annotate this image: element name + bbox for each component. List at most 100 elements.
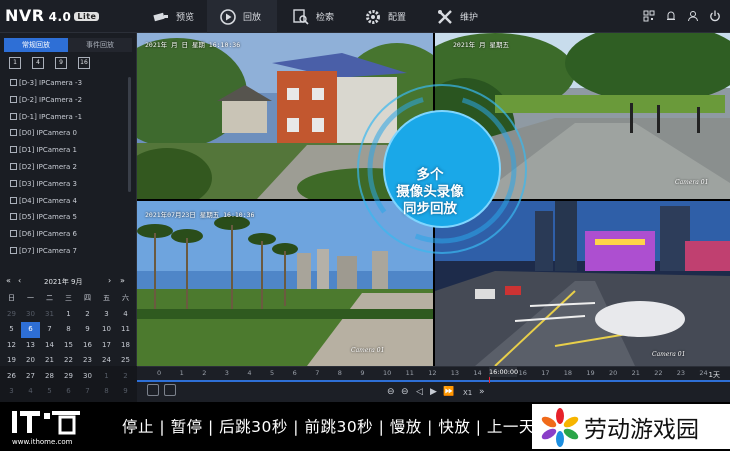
calendar-day[interactable]: 3 (2, 384, 21, 400)
calendar-day[interactable]: 11 (116, 322, 135, 338)
speed-indicator: X1 (463, 389, 473, 397)
nav-search[interactable]: 检索 (280, 0, 346, 33)
calendar-day[interactable]: 8 (59, 322, 78, 338)
calendar-day[interactable]: 4 (116, 307, 135, 323)
checkbox-icon[interactable] (10, 179, 17, 187)
camera-item[interactable]: [D5] IPCamera 5 (10, 209, 128, 226)
calendar-day[interactable]: 7 (40, 322, 59, 338)
nav-playback[interactable]: 回放 (207, 0, 277, 33)
pause-button[interactable]: ⊖ (401, 387, 409, 397)
camera-item[interactable]: [D4] IPCamera 4 (10, 193, 128, 210)
checkbox-icon[interactable] (10, 230, 17, 238)
checkbox-icon[interactable] (10, 112, 17, 120)
calendar-day[interactable]: 15 (59, 338, 78, 354)
back-30s-button[interactable]: ◁ (416, 387, 423, 397)
calendar-day[interactable]: 10 (97, 322, 116, 338)
tab-event-playback[interactable]: 事件回放 (68, 38, 132, 52)
calendar-day[interactable]: 1 (59, 307, 78, 323)
grid-4-button[interactable]: 4 (32, 57, 44, 69)
calendar-day[interactable]: 1 (97, 369, 116, 385)
calendar-day[interactable]: 13 (21, 338, 40, 354)
calendar-day[interactable]: 20 (21, 353, 40, 369)
camera-list-scrollbar[interactable] (128, 77, 131, 192)
bell-icon[interactable] (664, 9, 678, 23)
stop-button[interactable]: ⊖ (387, 387, 395, 397)
prev-month-button[interactable]: ‹ (18, 276, 21, 285)
checkbox-icon[interactable] (10, 79, 17, 86)
calendar-day[interactable]: 3 (97, 307, 116, 323)
timeline-record-bar[interactable] (137, 380, 730, 382)
checkbox-icon[interactable] (10, 246, 17, 254)
calendar-day[interactable]: 29 (59, 369, 78, 385)
calendar-day[interactable]: 22 (59, 353, 78, 369)
calendar-day[interactable]: 9 (78, 322, 97, 338)
camera-item[interactable]: [D1] IPCamera 1 (10, 142, 128, 159)
camera-item[interactable]: [D7] IPCamera 7 (10, 243, 128, 260)
calendar-day[interactable]: 2 (78, 307, 97, 323)
calendar-day[interactable]: 18 (116, 338, 135, 354)
calendar-day[interactable]: 16 (78, 338, 97, 354)
calendar-day[interactable]: 25 (116, 353, 135, 369)
calendar-day[interactable]: 5 (40, 384, 59, 400)
timeline-hour-scale[interactable]: 0123456789101112131415161718192021222324 (137, 367, 730, 379)
grid-9-button[interactable]: 9 (55, 57, 67, 69)
calendar-day[interactable]: 2 (116, 369, 135, 385)
calendar-day[interactable]: 5 (2, 322, 21, 338)
camera-item[interactable]: [D-2] IPCamera -2 (10, 92, 128, 109)
calendar-day[interactable]: 12 (2, 338, 21, 354)
calendar-day[interactable]: 30 (21, 307, 40, 323)
calendar-day[interactable]: 28 (40, 369, 59, 385)
camera-item[interactable]: [D6] IPCamera 6 (10, 226, 128, 243)
nav-preview[interactable]: 预览 (140, 0, 206, 33)
qr-icon[interactable] (642, 9, 656, 23)
tab-normal-playback[interactable]: 常规回放 (4, 38, 68, 52)
calendar-day[interactable]: 4 (21, 384, 40, 400)
nav-config[interactable]: 配置 (352, 0, 418, 33)
calendar-day[interactable]: 30 (78, 369, 97, 385)
prev-year-button[interactable]: « (6, 276, 11, 285)
person-icon[interactable] (147, 384, 159, 396)
nav-maintenance[interactable]: 维护 (424, 0, 490, 33)
calendar-day[interactable]: 26 (2, 369, 21, 385)
forward-30s-button[interactable]: ⏩ (443, 387, 454, 397)
calendar-day[interactable]: 9 (116, 384, 135, 400)
calendar-day[interactable]: 24 (97, 353, 116, 369)
power-icon[interactable] (708, 9, 722, 23)
camera-item[interactable]: [D-3] IPCamera -3 (10, 75, 128, 92)
grid-16-button[interactable]: 16 (78, 57, 90, 69)
calendar-day[interactable]: 23 (78, 353, 97, 369)
grid-1-button[interactable]: 1 (9, 57, 21, 69)
next-year-button[interactable]: » (120, 276, 125, 285)
tile-camera-label: Camera 01 (652, 351, 686, 358)
calendar-day[interactable]: 14 (40, 338, 59, 354)
checkbox-icon[interactable] (10, 213, 17, 221)
checkbox-icon[interactable] (10, 162, 17, 170)
checkbox-icon[interactable] (10, 95, 17, 103)
calendar-day[interactable]: 8 (97, 384, 116, 400)
checkbox-icon[interactable] (10, 146, 17, 154)
calendar-day[interactable]: 7 (78, 384, 97, 400)
calendar-day[interactable]: 6 (21, 322, 40, 338)
nav-maintenance-label: 维护 (460, 13, 479, 23)
user-icon[interactable] (686, 9, 700, 23)
timeline-range-select[interactable]: 1天 (709, 370, 720, 380)
next-month-button[interactable]: › (108, 276, 111, 285)
timeline-cursor[interactable] (489, 377, 490, 383)
calendar-day[interactable]: 17 (97, 338, 116, 354)
fast-forward-button[interactable]: » (479, 387, 485, 397)
calendar-day[interactable]: 29 (2, 307, 21, 323)
camera-item[interactable]: [D0] IPCamera 0 (10, 125, 128, 142)
vehicle-icon[interactable] (164, 384, 176, 396)
calendar-day[interactable]: 21 (40, 353, 59, 369)
checkbox-icon[interactable] (10, 196, 17, 204)
calendar-day[interactable]: 31 (40, 307, 59, 323)
calendar-day[interactable]: 27 (21, 369, 40, 385)
camera-item[interactable]: [D3] IPCamera 3 (10, 176, 128, 193)
camera-item[interactable]: [D2] IPCamera 2 (10, 159, 128, 176)
camera-item[interactable]: [D-1] IPCamera -1 (10, 109, 128, 126)
timeline-hour-label: 1 (179, 369, 184, 377)
play-button[interactable]: ▶ (430, 387, 437, 397)
calendar-day[interactable]: 6 (59, 384, 78, 400)
checkbox-icon[interactable] (10, 129, 17, 137)
calendar-day[interactable]: 19 (2, 353, 21, 369)
